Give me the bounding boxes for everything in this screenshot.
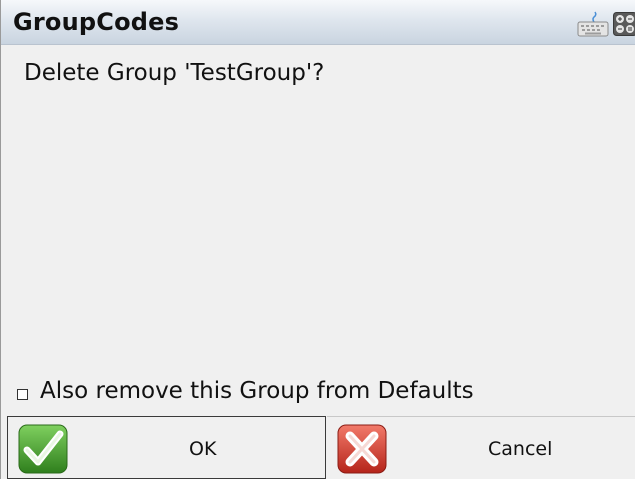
title-bar: GroupCodes [1, 0, 635, 45]
red-x-icon [337, 424, 387, 474]
calculator-icon[interactable] [613, 12, 635, 36]
remove-from-defaults-label[interactable]: Also remove this Group from Defaults [40, 378, 474, 404]
ok-button-label: OK [189, 438, 217, 460]
remove-from-defaults-option[interactable]: Also remove this Group from Defaults [17, 376, 474, 406]
remove-from-defaults-checkbox[interactable] [17, 388, 28, 400]
cancel-button[interactable]: Cancel [327, 416, 635, 479]
groupcodes-dialog: GroupCodes Delete Group 'TestGroup'? Als… [0, 0, 635, 479]
green-checkmark-icon [18, 424, 68, 474]
ok-button[interactable]: OK [7, 416, 326, 479]
keyboard-icon[interactable] [577, 10, 609, 38]
confirmation-message: Delete Group 'TestGroup'? [24, 60, 325, 86]
window-title: GroupCodes [13, 8, 180, 36]
cancel-button-label: Cancel [488, 438, 553, 460]
